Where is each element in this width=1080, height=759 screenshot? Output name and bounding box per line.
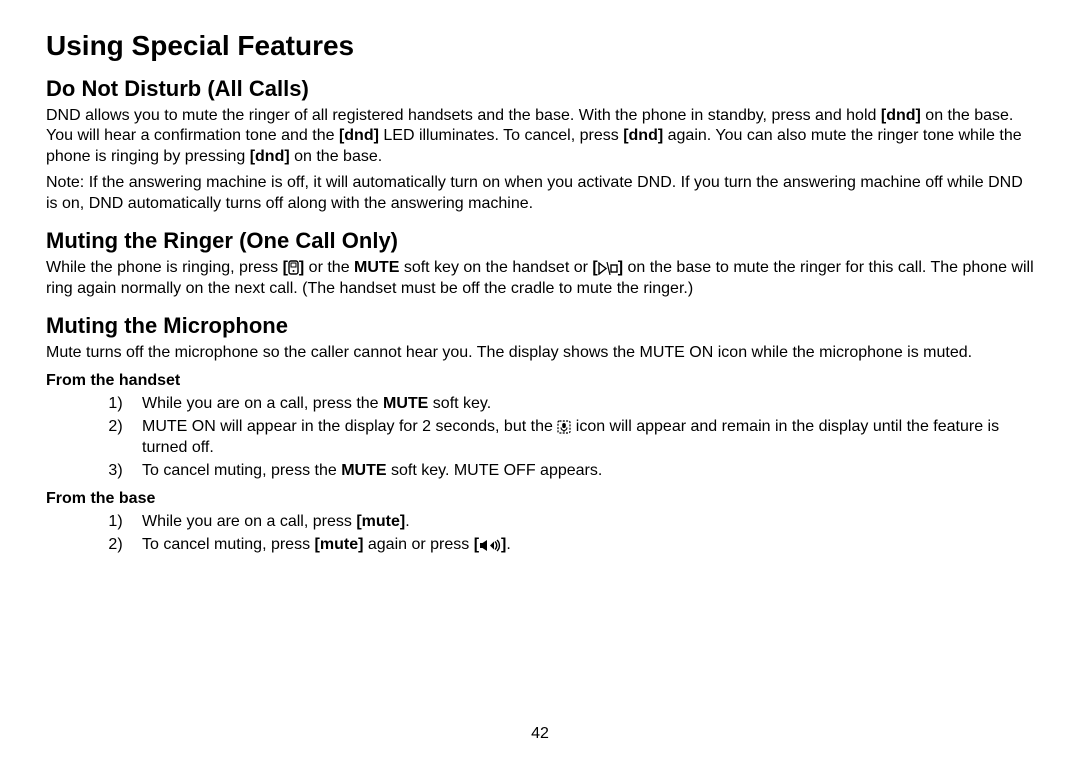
mic-handset-heading: From the handset xyxy=(46,372,1034,390)
text: While the phone is ringing, press xyxy=(46,259,283,276)
mic-intro: Mute turns off the microphone so the cal… xyxy=(46,343,1034,363)
speaker-key-icon: [] xyxy=(474,536,507,553)
text: on the base. xyxy=(290,148,383,165)
text: . xyxy=(405,513,409,530)
mute-key-label: [mute] xyxy=(315,536,364,553)
section-heading-ringer: Muting the Ringer (One Call Only) xyxy=(46,228,1034,254)
text: To cancel muting, press the xyxy=(142,462,341,479)
text: again or press xyxy=(363,536,473,553)
text: soft key on the handset or xyxy=(399,259,592,276)
text: To cancel muting, press xyxy=(142,536,315,553)
dnd-key-label: [dnd] xyxy=(623,127,663,144)
mute-key-label: [mute] xyxy=(356,513,405,530)
mic-base-heading: From the base xyxy=(46,490,1034,508)
mute-icon xyxy=(557,418,571,435)
dnd-key-label: [dnd] xyxy=(881,107,921,124)
mute-softkey-label: MUTE xyxy=(383,395,428,412)
mute-softkey-label: MUTE xyxy=(354,259,399,276)
page-number: 42 xyxy=(0,725,1080,743)
text: LED illuminates. To cancel, press xyxy=(379,127,623,144)
list-item: To cancel muting, press [mute] again or … xyxy=(136,535,1034,555)
text: While you are on a call, press xyxy=(142,513,356,530)
dnd-key-label: [dnd] xyxy=(250,148,290,165)
text: soft key. MUTE OFF appears. xyxy=(387,462,603,479)
mute-softkey-label: MUTE xyxy=(341,462,386,479)
text: . xyxy=(506,536,510,553)
base-steps: While you are on a call, press [mute]. T… xyxy=(46,512,1034,556)
page-title: Using Special Features xyxy=(46,30,1034,62)
manual-page: Using Special Features Do Not Disturb (A… xyxy=(0,0,1080,759)
dnd-key-label: [dnd] xyxy=(339,127,379,144)
section-heading-dnd: Do Not Disturb (All Calls) xyxy=(46,76,1034,102)
text: MUTE ON will appear in the display for 2… xyxy=(142,418,557,435)
text: soft key. xyxy=(428,395,491,412)
ringer-para: While the phone is ringing, press [] or … xyxy=(46,258,1034,299)
text: or the xyxy=(304,259,354,276)
text: DND allows you to mute the ringer of all… xyxy=(46,107,881,124)
end-key-icon: [] xyxy=(283,259,305,276)
handset-steps: While you are on a call, press the MUTE … xyxy=(46,394,1034,482)
dnd-para-2: Note: If the answering machine is off, i… xyxy=(46,173,1034,214)
list-item: While you are on a call, press the MUTE … xyxy=(136,394,1034,414)
text: While you are on a call, press the xyxy=(142,395,383,412)
section-heading-mic: Muting the Microphone xyxy=(46,313,1034,339)
list-item: MUTE ON will appear in the display for 2… xyxy=(136,417,1034,458)
dnd-para-1: DND allows you to mute the ringer of all… xyxy=(46,106,1034,167)
list-item: To cancel muting, press the MUTE soft ke… xyxy=(136,461,1034,481)
list-item: While you are on a call, press [mute]. xyxy=(136,512,1034,532)
play-stop-key-icon: [] xyxy=(592,259,623,276)
